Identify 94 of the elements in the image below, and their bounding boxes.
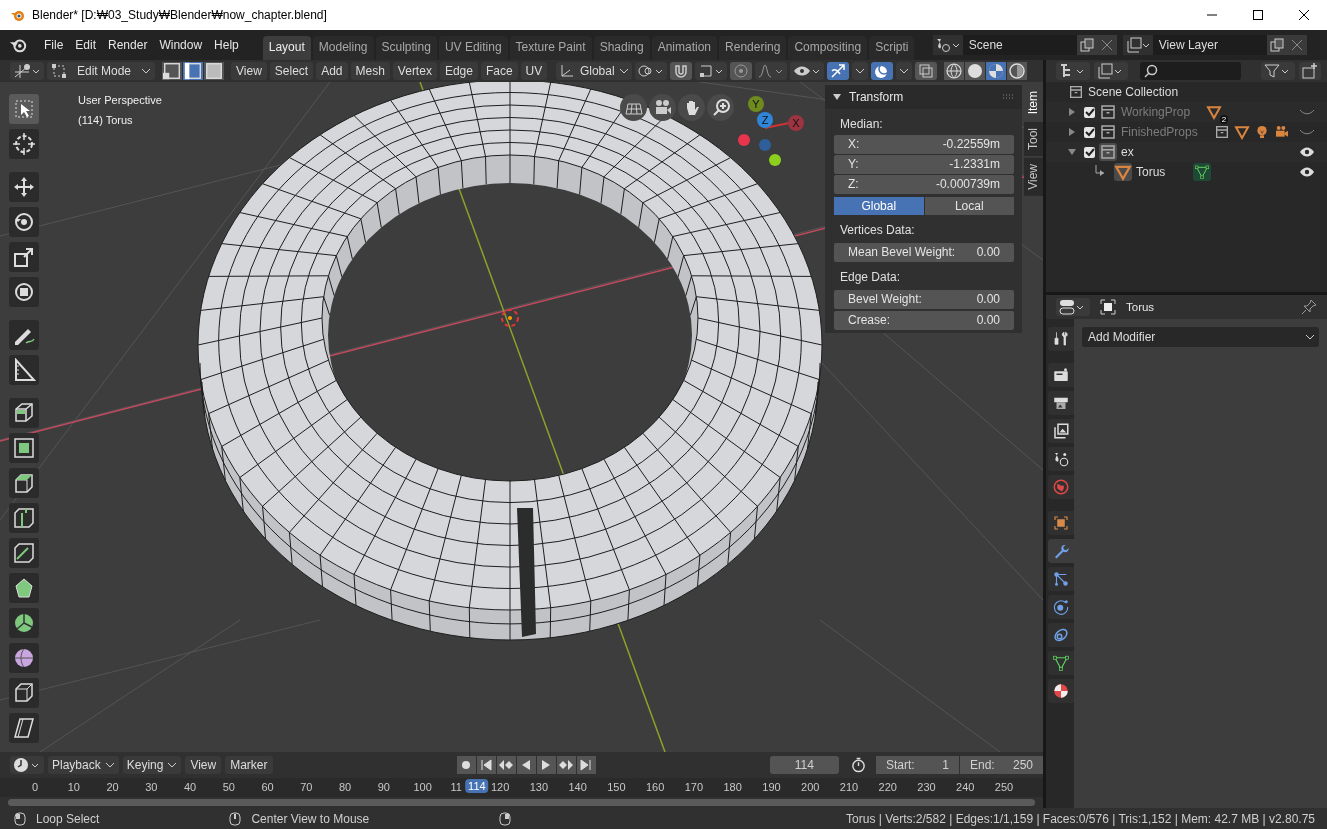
sidebar-tab[interactable]: View bbox=[1024, 158, 1043, 197]
menu-item[interactable]: Marker bbox=[225, 756, 273, 774]
frame-number: 190 bbox=[762, 781, 781, 793]
workspace-tab[interactable]: Compositing bbox=[788, 36, 868, 60]
view-name-label: User Perspective bbox=[78, 94, 162, 106]
add-modifier-dropdown[interactable]: Add Modifier bbox=[1082, 327, 1319, 347]
workspace-tab[interactable]: Rendering bbox=[719, 36, 787, 60]
frame-number: 220 bbox=[878, 781, 897, 793]
menu-item[interactable]: Mesh bbox=[350, 62, 390, 80]
workspace-tab[interactable]: Texture Paint bbox=[509, 36, 592, 60]
frame-number: 120 bbox=[490, 781, 510, 793]
section-label: Edge Data: bbox=[839, 269, 902, 286]
number-field[interactable]: Crease: 0.00 bbox=[834, 311, 1014, 330]
axis-label: X bbox=[792, 117, 800, 129]
frame-number: 200 bbox=[801, 781, 820, 793]
sidebar-tab[interactable]: Tool bbox=[1024, 122, 1043, 157]
number-field[interactable]: X: -0.22559m bbox=[834, 135, 1014, 154]
section-label: Vertices Data: bbox=[839, 222, 916, 239]
menu-item[interactable]: Select bbox=[269, 62, 314, 80]
menu-item[interactable]: Vertex bbox=[392, 62, 437, 80]
count-badge: 2 bbox=[1219, 115, 1229, 124]
menu-item[interactable]: Edge bbox=[439, 62, 478, 80]
frame-number: 40 bbox=[183, 781, 197, 793]
status-hint: Loop Select bbox=[36, 811, 100, 826]
frame-number: 11 bbox=[450, 781, 462, 793]
axis-label: Y bbox=[752, 98, 760, 110]
number-field[interactable]: Y: -1.2331m bbox=[834, 155, 1014, 174]
collection-name[interactable]: FinishedProps bbox=[1121, 125, 1198, 139]
frame-number: 170 bbox=[684, 781, 704, 793]
frame-number: 210 bbox=[839, 781, 859, 793]
frame-number: 180 bbox=[723, 781, 742, 793]
menu-item[interactable]: Playback bbox=[48, 756, 119, 774]
menu-item[interactable]: View bbox=[185, 756, 222, 774]
menu-item[interactable]: Window bbox=[153, 38, 209, 52]
axis-label: Z bbox=[761, 114, 769, 126]
workspace-tab[interactable]: Animation bbox=[651, 36, 718, 60]
status-hint: Center View to Mouse bbox=[251, 811, 370, 826]
workspace-tab[interactable]: Scripti bbox=[869, 36, 915, 60]
workspace-tab[interactable]: Modeling bbox=[312, 36, 374, 60]
frame-number: 150 bbox=[607, 781, 626, 793]
workspace-tab[interactable]: UV Editing bbox=[438, 36, 508, 60]
collection-name[interactable]: ex bbox=[1121, 145, 1134, 159]
axis-handle[interactable]: Y bbox=[748, 96, 764, 112]
object-name[interactable]: Torus bbox=[1136, 165, 1166, 179]
scene-field[interactable]: Scene bbox=[962, 35, 1077, 55]
section-label: Median: bbox=[839, 116, 884, 133]
frame-number: 230 bbox=[917, 781, 936, 793]
frame-number: 130 bbox=[529, 781, 549, 793]
window-title: Blender* [D:₩03_Study₩Blender₩now_chapter.blend] bbox=[32, 8, 327, 22]
frame-number: 60 bbox=[261, 781, 274, 793]
space-toggle-button[interactable]: Local bbox=[924, 197, 1014, 215]
number-field[interactable]: Mean Bevel Weight: 0.00 bbox=[834, 243, 1014, 262]
start-frame-field[interactable]: Start: 1 bbox=[876, 756, 959, 774]
frame-number: 140 bbox=[568, 781, 587, 793]
menu-item[interactable]: UV bbox=[520, 62, 548, 80]
workspace-tab[interactable]: Sculpting bbox=[375, 36, 437, 60]
axis-handle[interactable]: Z bbox=[757, 112, 773, 128]
orientation-dropdown[interactable]: Global bbox=[556, 62, 633, 80]
playhead[interactable]: 114 bbox=[465, 779, 489, 793]
object-name: Torus bbox=[1126, 301, 1155, 313]
frame-number: 250 bbox=[994, 781, 1014, 793]
frame-number: 90 bbox=[377, 781, 390, 793]
panel-title: Transform bbox=[849, 90, 904, 104]
panel-header[interactable]: Transform bbox=[825, 85, 1022, 109]
scene-statistics: Torus | Verts:2/582 | Edges:1/1,159 | Faces:0/576 | Tris:1,152 | Mem: 42.7 MB | v2.80.75 bbox=[846, 811, 1315, 826]
frame-number: 100 bbox=[413, 781, 432, 793]
menu-item[interactable]: Keying bbox=[122, 756, 182, 774]
menu-item[interactable]: File bbox=[38, 38, 70, 52]
menu-item[interactable]: View bbox=[231, 62, 267, 80]
frame-number: 50 bbox=[222, 781, 235, 793]
number-field[interactable]: Bevel Weight: 0.00 bbox=[834, 290, 1014, 309]
frame-number: 240 bbox=[956, 781, 975, 793]
menu-item[interactable]: Add bbox=[316, 62, 348, 80]
number-field[interactable]: Z: -0.000739m bbox=[834, 175, 1014, 194]
view-layer-field[interactable]: View Layer bbox=[1152, 35, 1267, 55]
frame-number: 80 bbox=[338, 781, 352, 793]
menu-item[interactable]: Render bbox=[102, 38, 154, 52]
menu-item[interactable]: Face bbox=[480, 62, 518, 80]
end-frame-field[interactable]: End: 250 bbox=[960, 756, 1043, 774]
menu-item[interactable]: Edit bbox=[69, 38, 103, 52]
frame-number: 160 bbox=[646, 781, 665, 793]
space-toggle-button[interactable]: Global bbox=[834, 197, 924, 215]
current-frame-field[interactable]: 114 bbox=[769, 756, 839, 774]
frame-number: 10 bbox=[67, 781, 80, 793]
frame-number: 30 bbox=[145, 781, 158, 793]
workspace-tab[interactable]: Layout bbox=[262, 36, 311, 60]
frame-number: 70 bbox=[300, 781, 313, 793]
collection-name[interactable]: Scene Collection bbox=[1088, 85, 1179, 99]
frame-number: 20 bbox=[106, 781, 119, 793]
mode-dropdown[interactable]: Edit Mode bbox=[47, 62, 155, 80]
frame-number: 0 bbox=[31, 781, 39, 793]
workspace-tab[interactable]: Shading bbox=[593, 36, 650, 60]
menu-item[interactable]: Help bbox=[208, 38, 245, 52]
object-info-label: (114) Torus bbox=[78, 114, 133, 126]
